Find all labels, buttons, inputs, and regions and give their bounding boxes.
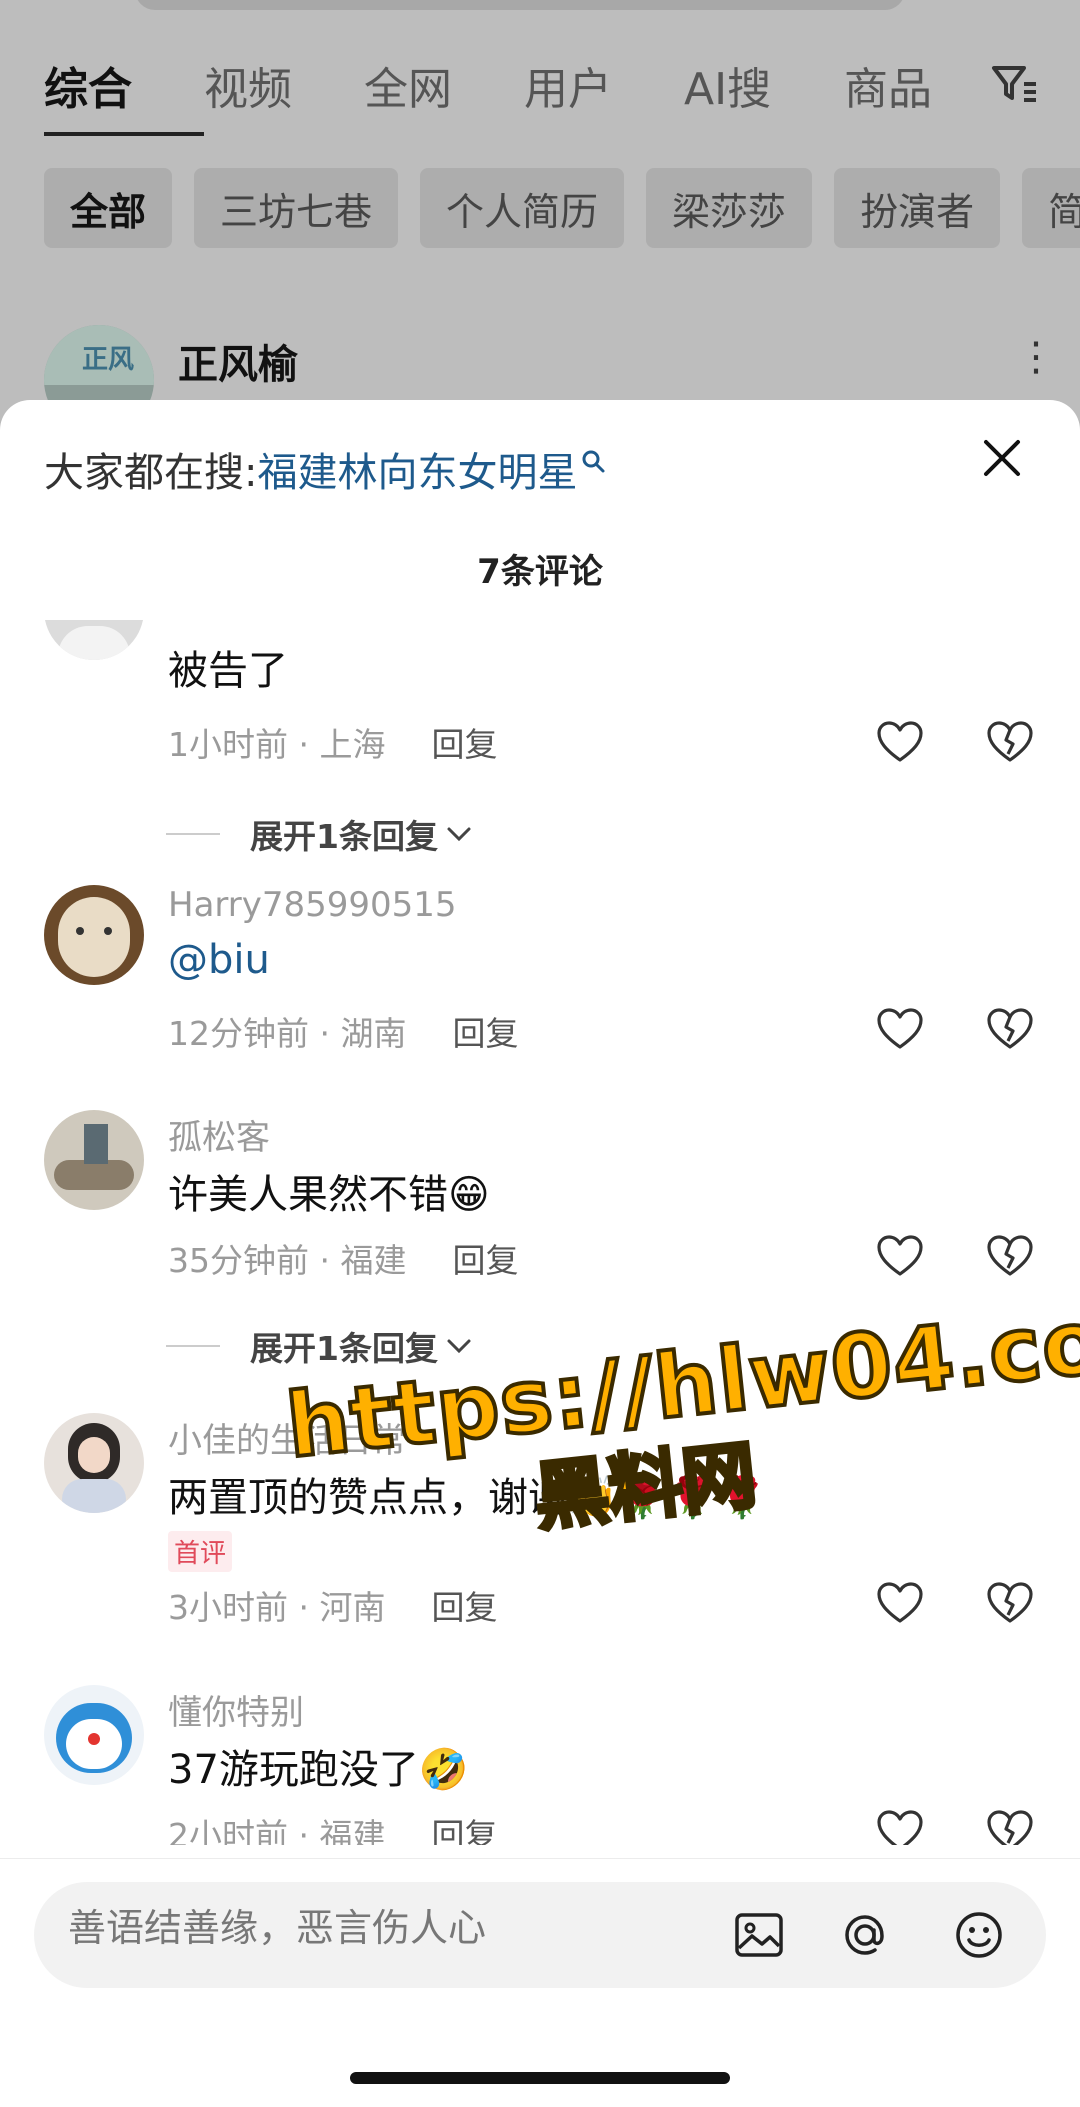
dislike-icon[interactable] [986,720,1034,764]
home-indicator[interactable] [350,2072,730,2084]
comment-username[interactable]: 孤松客 [168,1110,270,1159]
comment-text: 许美人果然不错😁 [168,1172,490,1218]
reply-button[interactable]: 回复 [431,1809,497,1845]
avatar[interactable] [44,1685,144,1785]
like-icon[interactable] [876,1234,924,1278]
chevron-down-icon [447,827,471,842]
divider [166,1345,220,1347]
comment-username[interactable]: Harry785990515 [168,885,457,925]
like-icon[interactable] [876,1581,924,1625]
tab-comprehensive[interactable]: 综合 [44,53,204,117]
dislike-icon[interactable] [986,1809,1034,1845]
emoji-icon[interactable] [952,1908,1006,1962]
first-comment-badge: 首评 [168,1531,233,1572]
dislike-icon[interactable] [986,1581,1034,1625]
avatar[interactable] [44,1110,144,1210]
close-icon[interactable] [980,436,1024,480]
comment-time: 3小时前 · 河南 [168,1588,386,1627]
comment-sheet: 大家都在搜: 福建林向东女明星 7条评论 被告了 1小时前 · 上海 回复 展开… [0,400,1080,2107]
chip[interactable]: 扮演者 [834,168,1001,248]
avatar[interactable] [44,1413,144,1513]
post-author-name[interactable]: 正风榆 [178,332,298,390]
expand-replies[interactable]: 展开1条回复 [166,1322,472,1370]
search-bar[interactable] [135,0,905,10]
chip[interactable]: 简 [1022,168,1080,248]
expand-label: 展开1条回复 [250,817,438,856]
background-page: 综合 视频 全网 用户 AI搜 商品 全部 三坊七巷 个人简历 梁莎莎 扮演者 … [0,0,1080,435]
dislike-icon[interactable] [986,1007,1034,1051]
like-icon[interactable] [876,720,924,764]
search-tabs: 综合 视频 全网 用户 AI搜 商品 [44,50,1004,120]
comment-text: 两置顶的赞点点，谢谢👏🌹🌹🌹 [168,1475,768,1521]
reply-button[interactable]: 回复 [431,1581,497,1629]
avatar[interactable] [44,885,144,985]
tab-users[interactable]: 用户 [524,53,684,117]
comment-input[interactable] [68,1906,688,1950]
tab-video[interactable]: 视频 [204,53,364,117]
comment-time: 1小时前 · 上海 [168,725,386,764]
chip[interactable]: 梁莎莎 [646,168,813,248]
tab-products[interactable]: 商品 [844,53,1004,117]
comment-time: 12分钟前 · 湖南 [168,1014,407,1053]
comment-meta: 12分钟前 · 湖南 回复 [168,1007,518,1055]
image-icon[interactable] [732,1908,786,1962]
at-icon[interactable] [838,1908,892,1962]
comment-text[interactable]: @biu [168,937,270,983]
expand-replies[interactable]: 展开1条回复 [166,810,472,858]
comment-composer [34,1882,1046,1988]
reply-button[interactable]: 回复 [452,1007,518,1055]
trending-term[interactable]: 福建林向东女明星 [257,440,577,498]
like-icon[interactable] [876,1007,924,1051]
avatar-text: 正风 [82,345,135,375]
divider [166,833,220,835]
comment-text: 37游玩跑没了🤣 [168,1747,469,1793]
reply-button[interactable]: 回复 [452,1234,518,1282]
dislike-icon[interactable] [986,1234,1034,1278]
trending-search[interactable]: 大家都在搜: 福建林向东女明星 [44,440,607,498]
chip[interactable]: 三坊七巷 [194,168,399,248]
comment-meta: 3小时前 · 河南 回复 [168,1581,497,1629]
comment-username[interactable]: 懂你特别 [168,1685,304,1734]
comment-username[interactable]: 小佳的生活日常 [168,1413,406,1462]
chip-all[interactable]: 全部 [44,168,173,248]
comment-meta: 2小时前 · 福建 回复 [168,1809,497,1845]
tab-web[interactable]: 全网 [364,53,524,117]
chip[interactable]: 个人简历 [420,168,625,248]
comment-time: 35分钟前 · 福建 [168,1241,407,1280]
avatar[interactable] [44,620,144,660]
filter-chips: 全部 三坊七巷 个人简历 梁莎莎 扮演者 简 [44,168,1080,248]
tab-ai-search[interactable]: AI搜 [684,53,844,117]
chevron-down-icon [447,1339,471,1354]
reply-button[interactable]: 回复 [431,718,497,766]
active-tab-indicator [44,132,204,136]
comment-time: 2小时前 · 福建 [168,1816,386,1845]
search-icon [582,450,605,473]
divider [0,1858,1080,1859]
trending-prefix: 大家都在搜: [44,450,258,496]
comment-meta: 35分钟前 · 福建 回复 [168,1234,518,1282]
comment-text: 被告了 [168,648,288,694]
comment-list[interactable]: 被告了 1小时前 · 上海 回复 展开1条回复 Harry785990515 @… [0,620,1080,1845]
like-icon[interactable] [876,1809,924,1845]
filter-icon[interactable] [990,62,1040,106]
comment-meta: 1小时前 · 上海 回复 [168,718,497,766]
more-icon[interactable]: ⋮ [1016,334,1056,380]
comment-count-title: 7条评论 [477,552,603,592]
expand-label: 展开1条回复 [250,1329,438,1368]
